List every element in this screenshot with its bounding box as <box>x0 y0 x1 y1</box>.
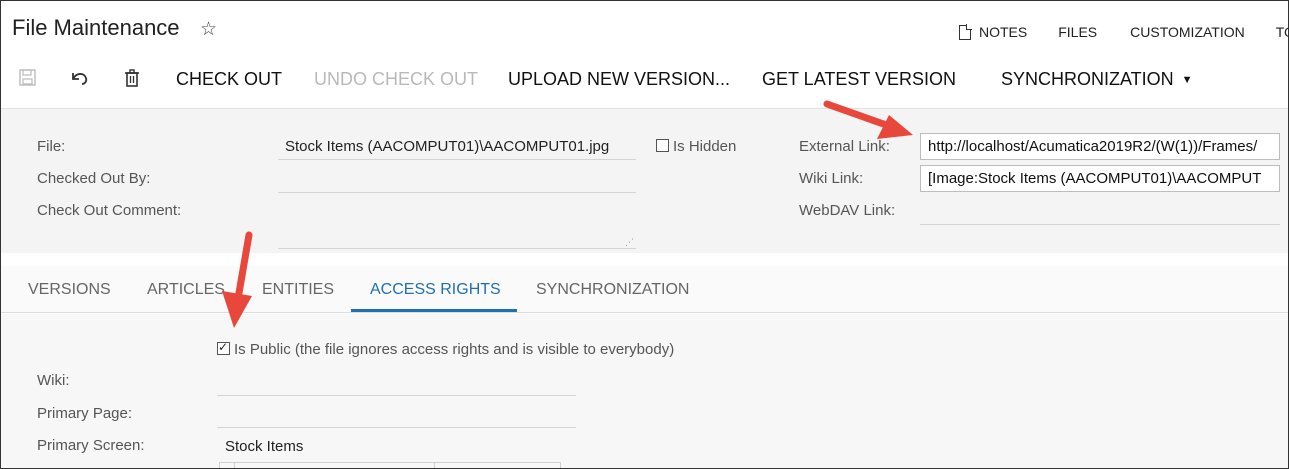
is-public-checkbox-box[interactable] <box>217 340 230 355</box>
file-form: File: Stock Items (AACOMPUT01)\AACOMPUT0… <box>1 108 1288 253</box>
customization-label: CUSTOMIZATION <box>1130 24 1245 40</box>
check-out-button[interactable]: CHECK OUT <box>176 69 282 90</box>
wiki-link-label: Wiki Link: <box>799 170 864 187</box>
external-link-field[interactable]: http://localhost/Acumatica2019R2/(W(1))/… <box>920 133 1280 160</box>
checked-out-by-underline <box>278 192 636 193</box>
wiki-link-field[interactable]: [Image:Stock Items (AACOMPUT01)\AACOMPUT <box>920 165 1280 192</box>
wiki-label: Wiki: <box>37 372 70 389</box>
tools-label: TO <box>1275 24 1288 40</box>
notes-icon <box>959 23 972 40</box>
upload-new-version-button[interactable]: UPLOAD NEW VERSION... <box>508 69 730 90</box>
notes-button[interactable]: NOTES <box>959 23 1028 40</box>
access-rights-panel: Is Public (the file ignores access right… <box>1 314 1288 468</box>
resize-handle-icon[interactable]: ⋰ <box>625 237 634 248</box>
page-title: File Maintenance <box>12 15 180 40</box>
is-hidden-label: Is Hidden <box>673 138 737 155</box>
is-public-label: Is Public (the file ignores access right… <box>234 341 675 358</box>
check-out-comment-label: Check Out Comment: <box>37 202 182 219</box>
synchronization-label: SYNCHRONIZATION <box>1001 69 1174 89</box>
webdav-link-underline <box>920 224 1280 225</box>
trash-icon[interactable] <box>124 69 140 92</box>
is-public-checkbox[interactable]: Is Public (the file ignores access right… <box>217 340 675 358</box>
external-link-label: External Link: <box>799 138 890 155</box>
is-hidden-checkbox-box[interactable] <box>656 139 669 152</box>
primary-screen-field[interactable]: Stock Items <box>225 438 303 455</box>
toolbar: CHECK OUT UNDO CHECK OUT UPLOAD NEW VERS… <box>1 59 1288 99</box>
wiki-field-underline <box>217 395 576 396</box>
tab-bar: VERSIONS ARTICLES ENTITIES ACCESS RIGHTS… <box>1 266 1288 313</box>
customization-button[interactable]: CUSTOMIZATION <box>1130 24 1245 40</box>
checked-out-by-label: Checked Out By: <box>37 170 151 187</box>
tab-synchronization[interactable]: SYNCHRONIZATION <box>536 281 689 299</box>
undo-icon[interactable] <box>69 69 89 91</box>
tab-articles[interactable]: ARTICLES <box>147 281 225 299</box>
tab-entities[interactable]: ENTITIES <box>262 281 334 299</box>
file-maintenance-window: File Maintenance ☆ NOTES FILES CUSTOMIZA… <box>0 0 1289 469</box>
get-latest-version-button[interactable]: GET LATEST VERSION <box>762 69 956 90</box>
synchronization-menu-button[interactable]: SYNCHRONIZATION ▼ <box>1001 69 1193 90</box>
primary-screen-label: Primary Screen: <box>37 437 145 454</box>
files-button[interactable]: FILES <box>1058 24 1097 40</box>
file-field-underline <box>278 159 636 160</box>
tab-versions[interactable]: VERSIONS <box>28 281 111 299</box>
webdav-link-label: WebDAV Link: <box>799 202 896 219</box>
favorite-star-icon[interactable]: ☆ <box>200 18 217 41</box>
file-label: File: <box>37 138 66 155</box>
caret-down-icon: ▼ <box>1181 74 1193 86</box>
files-label: FILES <box>1058 24 1098 40</box>
tools-button[interactable]: TO <box>1275 24 1288 40</box>
save-icon[interactable] <box>19 69 36 91</box>
active-tab-indicator <box>351 309 517 312</box>
file-field[interactable]: Stock Items (AACOMPUT01)\AACOMPUT01.jpg <box>285 138 609 155</box>
primary-screen-grid <box>219 462 561 468</box>
tab-access-rights[interactable]: ACCESS RIGHTS <box>370 281 501 299</box>
primary-page-label: Primary Page: <box>37 405 133 422</box>
notes-label: NOTES <box>979 24 1028 40</box>
primary-page-underline <box>217 427 576 428</box>
check-out-comment-underline <box>278 248 636 249</box>
top-nav: NOTES FILES CUSTOMIZATION TO <box>959 23 1288 41</box>
is-hidden-checkbox[interactable]: Is Hidden <box>656 138 736 155</box>
undo-check-out-button[interactable]: UNDO CHECK OUT <box>314 69 478 90</box>
